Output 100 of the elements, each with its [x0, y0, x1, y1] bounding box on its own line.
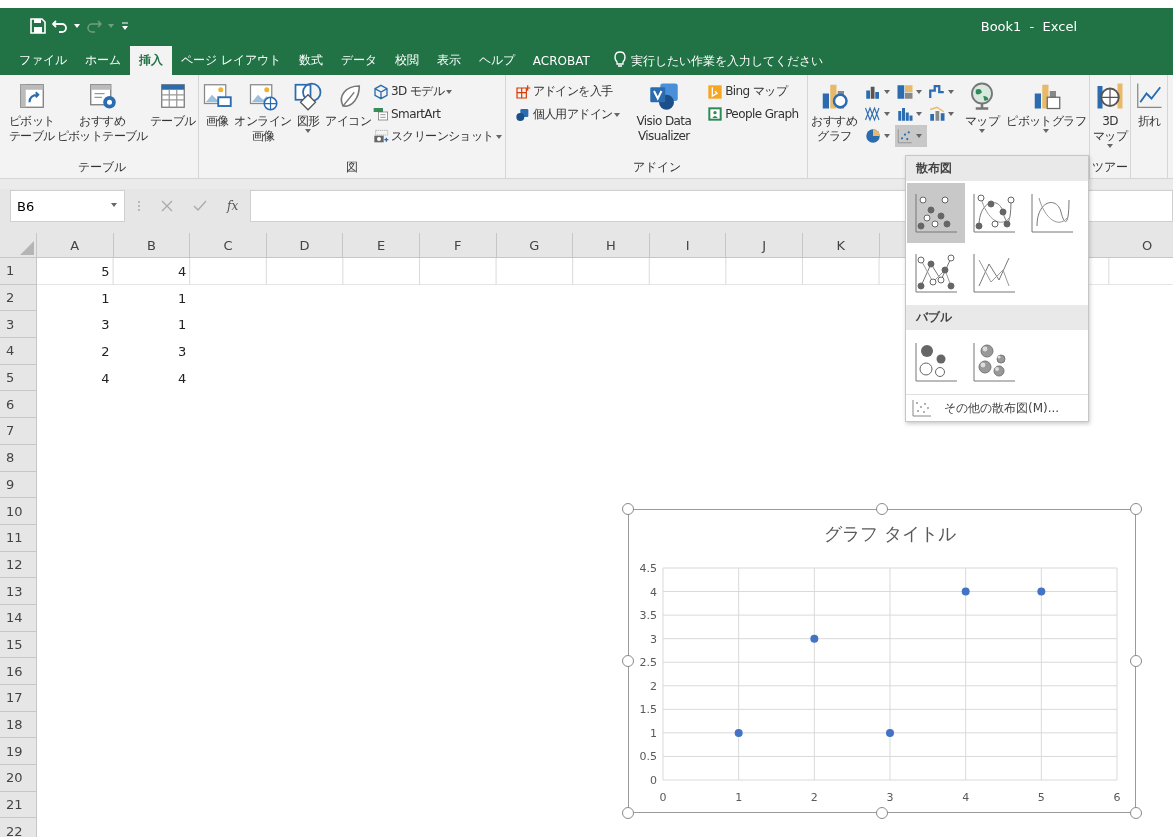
ribbon-tab[interactable]: 校閲: [385, 46, 428, 75]
ribbon-tab[interactable]: ファイル: [10, 46, 76, 75]
tick-label: 0: [659, 790, 666, 804]
ribbon-button[interactable]: 折れ: [1133, 81, 1166, 129]
tick-label: 0.5: [639, 749, 657, 763]
ribbon-button[interactable]: スクリーンショット: [373, 126, 502, 147]
table-cell-text: 4: [176, 369, 188, 388]
lightbulb-icon: [612, 50, 627, 68]
resize-handle[interactable]: [1130, 503, 1142, 515]
row-header[interactable]: 14: [0, 604, 37, 632]
ribbon-button[interactable]: ピボットグラフ: [1005, 81, 1088, 133]
image-globe-icon: [247, 81, 278, 111]
ribbon-tab[interactable]: ACROBAT: [523, 46, 599, 75]
resize-handle[interactable]: [876, 503, 888, 515]
scatter-dots-icon: [912, 399, 932, 417]
close-icon[interactable]: [161, 200, 173, 212]
globe-bars-icon: [1095, 81, 1126, 111]
menu-section-header: 散布図: [906, 156, 1088, 181]
row-header[interactable]: 7: [0, 418, 37, 445]
row-header[interactable]: 11: [0, 524, 37, 552]
tell-me-field[interactable]: 実行したい作業を入力してください: [630, 46, 891, 75]
scatter-markers-icon[interactable]: [907, 183, 965, 243]
undo-icon[interactable]: [52, 18, 68, 34]
ribbon-tab[interactable]: ヘルプ: [469, 46, 524, 75]
resize-handle[interactable]: [622, 807, 634, 819]
ribbon-button[interactable]: 3D モデル: [373, 81, 502, 102]
ribbon-tab[interactable]: ページ レイアウト: [172, 46, 290, 75]
row-header[interactable]: 13: [0, 578, 37, 605]
ribbon-tab[interactable]: 表示: [427, 46, 470, 75]
ribbon-button[interactable]: 図形: [292, 81, 325, 133]
resize-handle[interactable]: [1130, 807, 1142, 819]
ribbon-button[interactable]: Bing マップ: [707, 81, 799, 102]
row-header[interactable]: 1: [0, 258, 37, 285]
insert-function-button[interactable]: fx: [227, 199, 239, 213]
row-header[interactable]: 18: [0, 711, 37, 739]
overlapping-squares-icon: [648, 81, 679, 111]
row-header[interactable]: 22: [0, 818, 37, 837]
ribbon-button[interactable]: Visio Data Visualizer: [635, 81, 693, 144]
row-header[interactable]: 12: [0, 551, 37, 579]
ribbon-button[interactable]: オンライン 画像: [233, 81, 293, 144]
ribbon-button[interactable]: マップ: [964, 81, 1001, 133]
ribbon-button[interactable]: アドインを入手: [514, 81, 621, 102]
grid-plus-icon: [514, 83, 531, 100]
menu-item[interactable]: その他の散布図(M)...: [906, 394, 1088, 421]
resize-handle[interactable]: [622, 503, 634, 515]
ribbon-button[interactable]: アイコン: [324, 81, 373, 129]
chart-type-button[interactable]: [895, 125, 928, 147]
row-header[interactable]: 9: [0, 471, 37, 499]
histogram-icon: [896, 105, 915, 123]
name-box[interactable]: B6: [10, 190, 125, 222]
ribbon-button[interactable]: ピボット テーブル: [8, 81, 56, 144]
ribbon-tab[interactable]: 挿入: [130, 46, 172, 75]
row-header[interactable]: 4: [0, 338, 37, 365]
ribbon-button[interactable]: 画像: [201, 81, 234, 129]
row-header[interactable]: 15: [0, 631, 37, 659]
ribbon-tab[interactable]: ホーム: [76, 46, 130, 75]
diagram-icon: [373, 106, 390, 122]
row-header[interactable]: 3: [0, 311, 37, 339]
row-header[interactable]: 19: [0, 738, 37, 766]
row-header[interactable]: 5: [0, 364, 37, 392]
ribbon-tab[interactable]: 数式: [289, 46, 332, 75]
ribbon-button[interactable]: おすすめ グラフ: [810, 81, 859, 144]
step-chart-icon: [928, 83, 947, 101]
caret-icon: [111, 203, 117, 207]
table-cell-text: 4: [176, 262, 188, 281]
table-cell-text: 1: [100, 289, 111, 308]
table-help-icon: [87, 81, 118, 111]
row-header[interactable]: 8: [0, 444, 37, 472]
row-header[interactable]: 21: [0, 791, 37, 819]
ribbon-button[interactable]: テーブル: [148, 81, 197, 129]
line-chart-icon: [1134, 81, 1165, 111]
resize-handle[interactable]: [622, 655, 634, 667]
row-header[interactable]: 17: [0, 685, 37, 712]
table-cell-text: 5: [100, 262, 111, 281]
customize-icon[interactable]: [120, 20, 130, 32]
chart-frame[interactable]: グラフ タイトル 0 0.5 1 1.5 2 2.5 3 3.5 4 4.5 0 1 2 3 4 5 6: [628, 509, 1136, 813]
ribbon-tab[interactable]: データ: [331, 46, 386, 75]
row-header[interactable]: 6: [0, 391, 37, 419]
tick-label: 0: [649, 773, 657, 787]
camera-icon: [373, 128, 390, 145]
shapes-icon: [293, 81, 324, 111]
ribbon-button[interactable]: SmartArt: [373, 104, 502, 124]
ribbon-button[interactable]: People Graph: [707, 104, 799, 124]
treemap-icon: [896, 83, 915, 101]
grip-icon: [137, 200, 141, 212]
save-icon[interactable]: [30, 18, 46, 34]
caret-icon: [108, 24, 114, 28]
row-header[interactable]: 20: [0, 765, 37, 792]
check-icon[interactable]: [193, 200, 207, 212]
row-header[interactable]: 2: [0, 284, 37, 312]
tick-label: 4: [649, 585, 657, 599]
row-header[interactable]: 10: [0, 498, 37, 525]
data-point: [809, 634, 818, 643]
tile-logo-icon: [707, 83, 724, 100]
tick-label: 2.5: [639, 655, 657, 669]
tick-label: 4.5: [639, 561, 657, 575]
ribbon-button[interactable]: 個人用アドイン: [514, 104, 621, 125]
ribbon-button[interactable]: おすすめ ピボットテーブル: [55, 81, 149, 144]
ribbon-button[interactable]: 3D マップ: [1092, 81, 1129, 148]
row-header[interactable]: 16: [0, 658, 37, 685]
